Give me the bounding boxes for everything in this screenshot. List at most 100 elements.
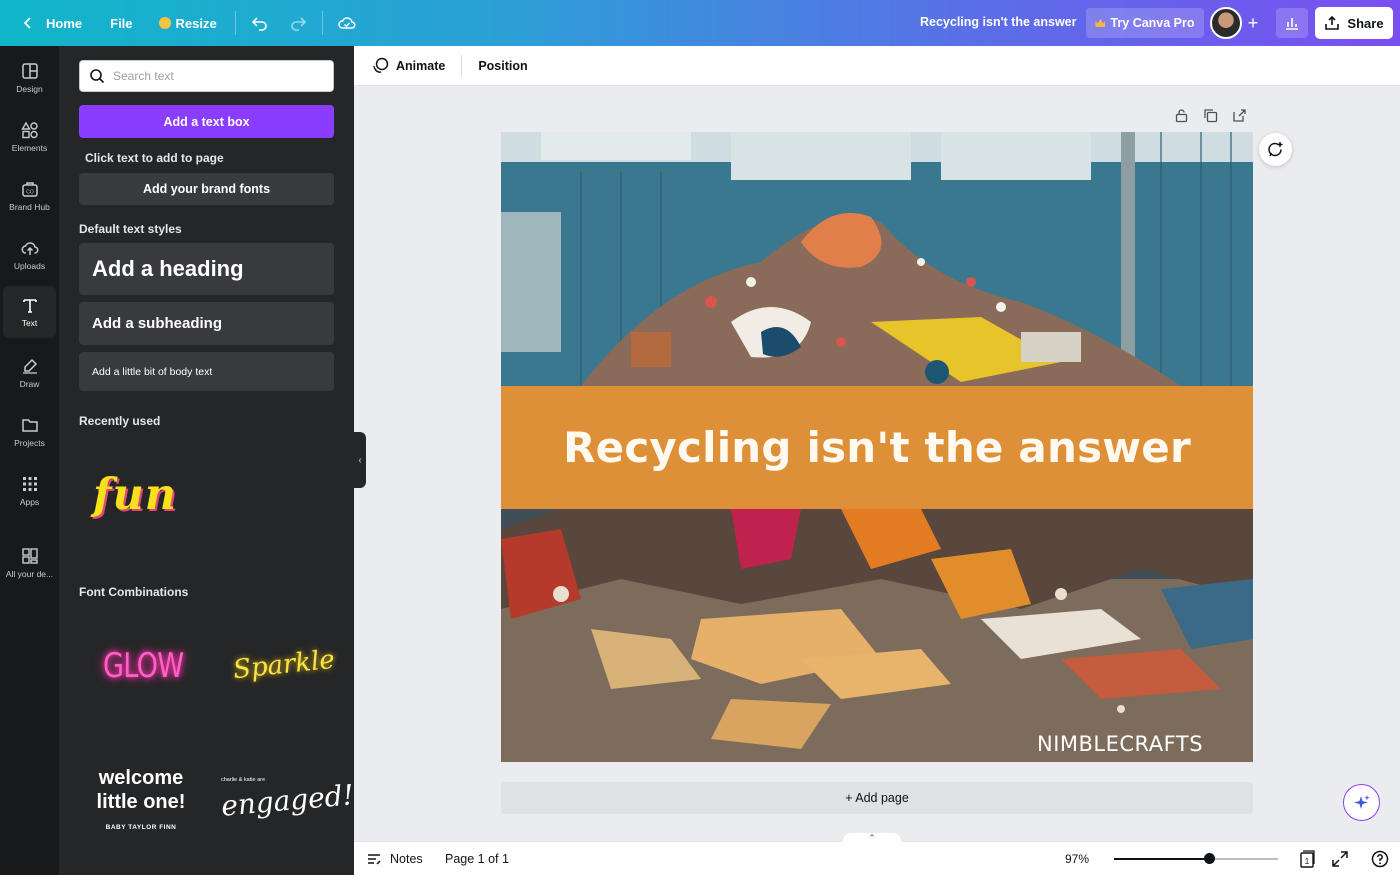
combo-glow[interactable]: GLOW <box>103 646 184 686</box>
save-status-button[interactable] <box>331 7 363 39</box>
add-subheading-button[interactable]: Add a subheading <box>79 302 334 345</box>
font-combinations-title: Font Combinations <box>79 585 189 599</box>
combo-welcome[interactable]: welcome little one! <box>89 766 193 814</box>
redo-icon <box>290 17 306 31</box>
show-pages-button[interactable]: ⌃ <box>843 833 901 847</box>
undo-button[interactable] <box>244 7 276 39</box>
cloud-upload-icon <box>21 242 38 255</box>
rail-item-projects[interactable]: Projects <box>3 406 56 458</box>
home-button[interactable]: Home <box>10 7 92 39</box>
shapes-icon <box>20 121 38 139</box>
try-pro-button[interactable]: Try Canva Pro <box>1086 8 1204 38</box>
crown-icon <box>1095 19 1106 27</box>
add-heading-button[interactable]: Add a heading <box>79 243 334 295</box>
add-collaborator-button[interactable]: + <box>1242 12 1264 34</box>
lock-page-button[interactable] <box>1174 108 1190 124</box>
notes-button[interactable]: Notes <box>366 851 423 867</box>
rail-item-brand-hub[interactable]: CO Brand Hub <box>3 170 56 222</box>
share-label: Share <box>1347 15 1384 31</box>
zoom-slider[interactable] <box>1114 853 1278 864</box>
collapse-panel-button[interactable]: ‹ <box>354 432 366 488</box>
folder-icon <box>21 419 38 432</box>
fullscreen-button[interactable] <box>1331 850 1349 868</box>
combo-welcome-sub: BABY TAYLOR FINN <box>105 824 177 831</box>
recently-used-title: Recently used <box>79 414 161 428</box>
resize-label: Resize <box>175 15 217 31</box>
rail-label: Brand Hub <box>9 202 50 212</box>
page-tools <box>1174 108 1261 124</box>
rail-item-apps[interactable]: Apps <box>3 465 56 517</box>
top-bar: Home File Resize Recycling isn't the ans… <box>0 0 1400 46</box>
file-label: File <box>110 15 133 31</box>
search-box[interactable] <box>79 60 334 92</box>
rail-label: Uploads <box>13 261 46 271</box>
combo-sparkle[interactable]: Sparkle <box>232 645 336 685</box>
add-page-icon-button[interactable] <box>1232 108 1248 124</box>
rail-label: Design <box>16 84 43 94</box>
layout-icon <box>21 63 38 79</box>
add-page-button[interactable]: + Add page <box>501 782 1253 814</box>
comment-add-icon <box>1268 142 1283 157</box>
search-icon <box>90 69 105 84</box>
rail-item-design[interactable]: Design <box>3 52 56 104</box>
undo-icon <box>251 17 267 31</box>
combo-engaged[interactable]: engaged! <box>220 778 355 822</box>
export-icon <box>1233 109 1246 122</box>
document-title[interactable]: Recycling isn't the answer <box>920 15 1077 29</box>
headline-text[interactable]: Recycling isn't the answer <box>563 423 1191 472</box>
trash-pile-photo-bottom <box>501 509 1253 762</box>
chevron-left-icon <box>23 17 31 29</box>
rail-label: Text <box>21 318 38 328</box>
upload-icon <box>1325 15 1340 30</box>
rail-label: Projects <box>14 438 45 448</box>
duplicate-page-button[interactable] <box>1203 108 1219 124</box>
zoom-slider-handle[interactable] <box>1204 853 1216 864</box>
rail-item-all-designs[interactable]: All your de... <box>3 537 56 589</box>
headline-band[interactable]: Recycling isn't the answer <box>501 386 1253 509</box>
nav-rail: Design Elements CO Brand Hub Uploads Tex… <box>0 46 59 875</box>
position-button[interactable]: Position <box>469 52 536 80</box>
animate-button[interactable]: Animate <box>363 52 454 80</box>
search-input[interactable] <box>113 69 323 83</box>
insights-button[interactable] <box>1276 8 1308 38</box>
add-comment-button[interactable] <box>1259 133 1292 166</box>
add-text-box-button[interactable]: Add a text box <box>79 105 334 138</box>
file-menu-button[interactable]: File <box>100 7 142 39</box>
add-brand-fonts-button[interactable]: Add your brand fonts <box>79 173 334 205</box>
redo-button[interactable] <box>282 7 314 39</box>
rail-item-text[interactable]: Text <box>3 286 56 338</box>
editor-toolbar: Animate Position <box>354 46 1400 86</box>
page-count-button[interactable]: 1 <box>1298 850 1316 868</box>
lock-icon <box>1175 109 1188 123</box>
default-styles-title: Default text styles <box>79 222 182 236</box>
animate-icon <box>373 57 389 73</box>
text-panel: Add a text box Click text to add to page… <box>59 46 355 875</box>
rail-item-draw[interactable]: Draw <box>3 347 56 399</box>
zoom-level[interactable]: 97% <box>1065 852 1089 866</box>
crown-icon <box>158 17 171 29</box>
resize-button[interactable]: Resize <box>149 7 227 39</box>
sparkle-icon <box>1353 794 1370 809</box>
rail-item-elements[interactable]: Elements <box>3 111 56 163</box>
avatar[interactable] <box>1210 7 1242 39</box>
magic-assistant-button[interactable] <box>1343 784 1380 821</box>
add-body-text-button[interactable]: Add a little bit of body text <box>79 352 334 391</box>
design-canvas[interactable]: Recycling isn't the answer NIMBLECRAFTS <box>501 132 1253 762</box>
brand-icon: CO <box>21 182 38 197</box>
combo-engaged-caption: charlie & katie are <box>221 777 266 783</box>
notes-icon <box>368 854 381 865</box>
zoom-slider-fill <box>1114 858 1210 860</box>
brand-wordmark[interactable]: NIMBLECRAFTS <box>1037 732 1203 756</box>
expand-icon <box>1332 851 1348 867</box>
text-icon <box>22 299 37 313</box>
click-hint: Click text to add to page <box>85 151 224 165</box>
share-button[interactable]: Share <box>1315 7 1393 39</box>
rail-item-uploads[interactable]: Uploads <box>3 229 56 281</box>
recent-font-sample[interactable]: fun <box>93 470 177 520</box>
help-icon <box>1371 850 1389 868</box>
pages-icon: 1 <box>1300 850 1315 868</box>
pen-icon <box>22 358 37 374</box>
chevron-up-icon: ⌃ <box>868 833 876 843</box>
help-button[interactable] <box>1371 850 1389 868</box>
page-indicator[interactable]: Page 1 of 1 <box>445 852 509 866</box>
